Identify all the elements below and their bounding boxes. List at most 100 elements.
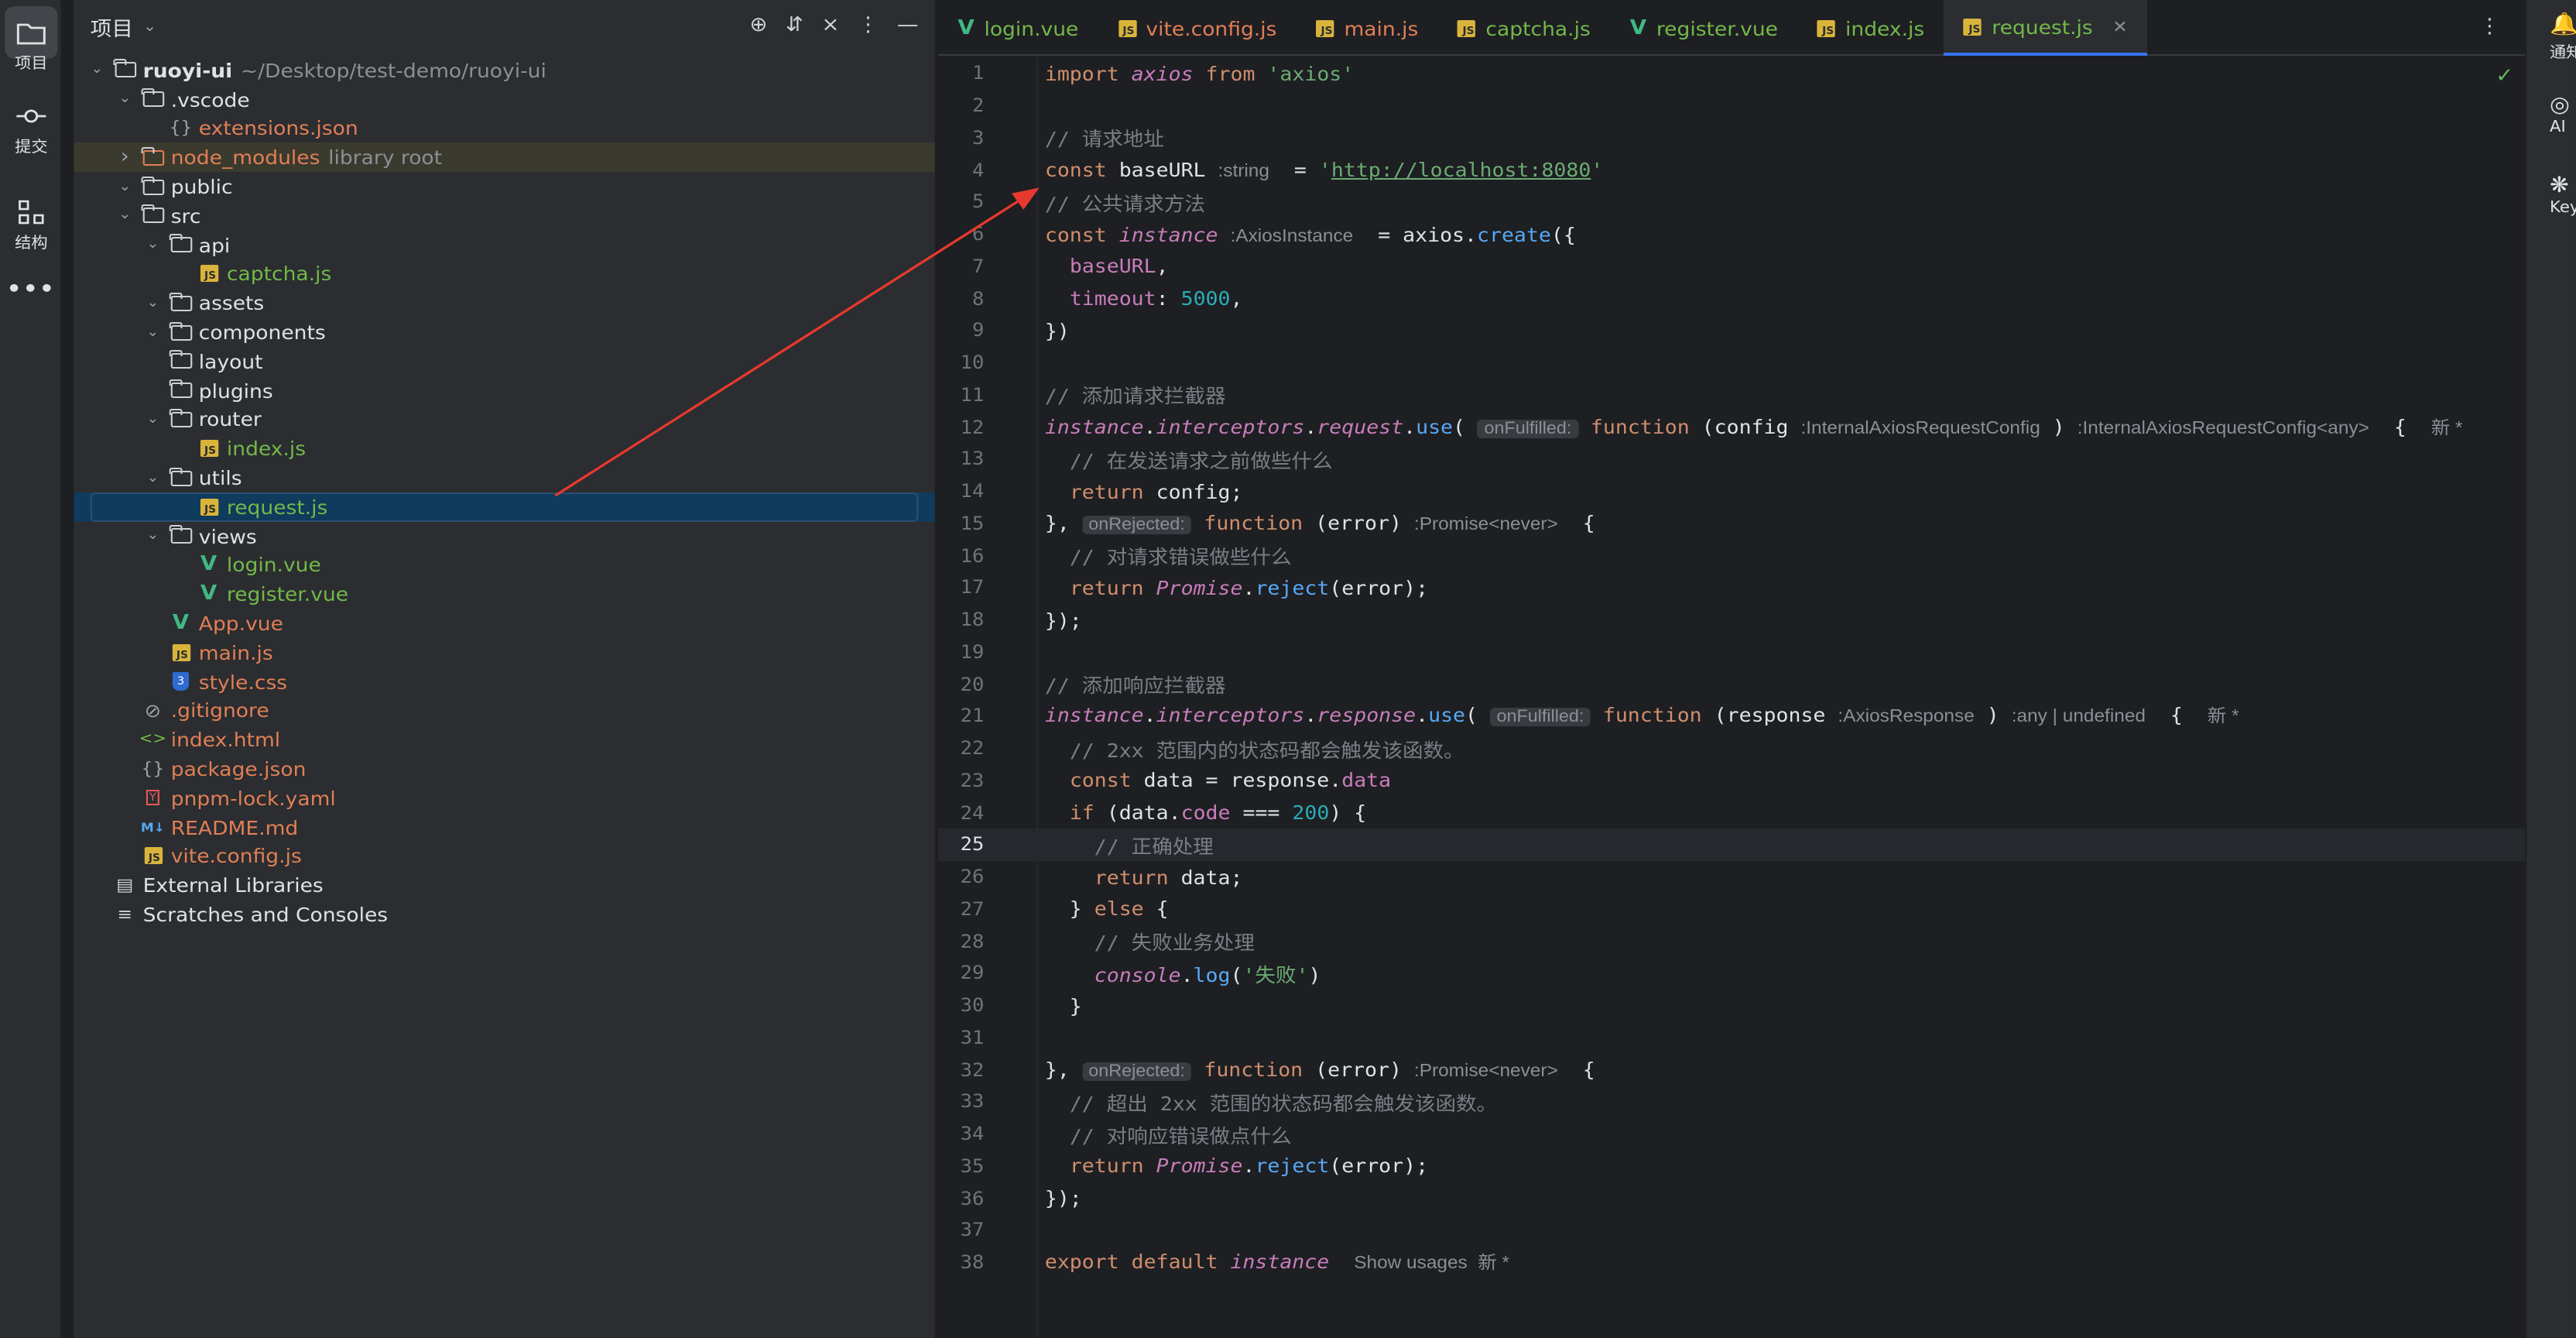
code-line[interactable]: 16 // 对请求错误做些什么 [938, 540, 2525, 572]
editor-tab[interactable]: JS request.js ✕ [1944, 0, 2148, 56]
code-line[interactable]: 37 [938, 1214, 2525, 1247]
code-line[interactable]: 24 if (data.code === 200) { [938, 797, 2525, 829]
code-line[interactable]: 35 return Promise.reject(error); [938, 1150, 2525, 1182]
chevron-down-icon[interactable]: ⌄ [143, 324, 163, 340]
code-line[interactable]: 30 } [938, 990, 2525, 1022]
chevron-down-icon[interactable]: ⌄ [115, 179, 135, 194]
code-line[interactable]: 26 return data; [938, 861, 2525, 894]
editor-tab[interactable]: JS vite.config.js [1098, 0, 1297, 56]
editor-tab[interactable]: Vregister.vue [1610, 0, 1797, 56]
code-line[interactable]: 4 const baseURL :string = 'http://localho… [938, 154, 2525, 187]
tree-item[interactable]: Ypnpm-lock.yaml [74, 784, 935, 813]
tree-item[interactable]: plugins [74, 376, 935, 406]
tree-item[interactable]: ⌄ assets [74, 289, 935, 318]
tree-item[interactable]: JS main.js [74, 638, 935, 667]
tree-item[interactable]: {} extensions.json [74, 114, 935, 143]
key-promoter-button[interactable]: ❋ Key P [2526, 173, 2576, 217]
chevron-down-icon[interactable]: ⌄ [143, 237, 163, 252]
tree-item[interactable]: JS vite.config.js [74, 842, 935, 871]
tree-item[interactable]: ⌄ utils [74, 463, 935, 492]
code-line[interactable]: 28 // 失败业务处理 [938, 925, 2525, 958]
code-area[interactable]: 1 import axios from 'axios' 2 3// 请求地址 4 cons… [937, 57, 2526, 1338]
code-line[interactable]: 23 const data = response.data [938, 764, 2525, 797]
tree-item[interactable]: JS captcha.js [74, 259, 935, 289]
activity-project-button[interactable]: 项目 [0, 6, 63, 73]
chevron-down-icon[interactable]: ⌄ [143, 528, 163, 544]
minimize-icon[interactable]: — [897, 14, 919, 37]
tree-item[interactable]: JS index.js [74, 434, 935, 464]
code-line[interactable]: 31 [938, 1021, 2525, 1054]
tree-item[interactable]: M↓ README.md [74, 812, 935, 842]
tree-item[interactable]: ⌄ src [74, 201, 935, 231]
tree-item[interactable]: ⌄ .vscode [74, 85, 935, 115]
code-line[interactable]: 5 // 公共请求方法 [938, 186, 2525, 218]
code-line[interactable]: 14 return config; [938, 475, 2525, 508]
code-line[interactable]: 19 [938, 636, 2525, 668]
tree-item[interactable]: ≡ Scratches and Consoles [74, 900, 935, 929]
code-line[interactable]: 36}); [938, 1182, 2525, 1215]
tree-item[interactable]: ▤ External Libraries [74, 871, 935, 901]
chevron-down-icon[interactable]: ⌄ [143, 296, 163, 311]
more-button[interactable]: ••• [0, 263, 63, 316]
chevron-right-icon[interactable]: › [115, 146, 135, 170]
code-line[interactable]: 12 instance.interceptors.request.use( onF… [938, 411, 2525, 444]
code-line[interactable]: 7 baseURL, [938, 250, 2525, 283]
tree-item[interactable]: ⌄ ruoyi-ui ~/Desktop/test-demo/ruoyi-ui [74, 56, 935, 85]
ai-button[interactable]: ◎ AI [2526, 93, 2576, 136]
tree-item[interactable]: 3 style.css [74, 667, 935, 696]
tree-item[interactable]: JS request.js [74, 492, 935, 522]
locate-icon[interactable]: ⊕ [749, 14, 767, 37]
code-line[interactable]: 33 // 超出 2xx 范围的状态码都会触发该函数。 [938, 1086, 2525, 1118]
tree-item[interactable]: layout [74, 347, 935, 376]
chevron-down-icon[interactable]: ⌄ [143, 412, 163, 427]
tree-item[interactable]: <> index.html [74, 726, 935, 755]
code-line[interactable]: 3 // 请求地址 [938, 122, 2525, 154]
collapse-all-icon[interactable]: ⨯ [821, 14, 839, 37]
code-line[interactable]: 32}, onRejected: function (error) :Promi… [938, 1054, 2525, 1086]
editor-tab[interactable]: JS captcha.js [1438, 0, 1610, 56]
code-line[interactable]: 8 timeout: 5000, [938, 283, 2525, 315]
code-line[interactable]: 21 instance.interceptors.response.use( on… [938, 700, 2525, 732]
chevron-down-icon[interactable]: ⌄ [143, 470, 163, 485]
editor-tab[interactable]: JS index.js [1797, 0, 1944, 56]
expand-all-icon[interactable]: ⇵ [786, 14, 803, 37]
tree-item[interactable]: ⌄ public [74, 172, 935, 201]
chevron-down-icon[interactable]: ⌄ [87, 63, 106, 78]
code-line[interactable]: 2 [938, 90, 2525, 122]
tabs-more-icon[interactable]: ⋮ [2479, 15, 2501, 39]
code-line[interactable]: 38 export default instance Show usages 新 … [938, 1247, 2525, 1279]
chevron-down-icon[interactable]: ⌄ [115, 91, 135, 107]
code-line[interactable]: 15}, onRejected: function (error) :Promi… [938, 507, 2525, 540]
editor-tab[interactable]: Vlogin.vue [938, 0, 1098, 56]
code-line[interactable]: 25 // 正确处理 [937, 829, 2526, 861]
tree-item[interactable]: ⌄ router [74, 405, 935, 434]
code-line[interactable]: 34 // 对响应错误做点什么 [938, 1118, 2525, 1151]
code-line[interactable]: 11 // 添加请求拦截器 [938, 379, 2525, 411]
code-line[interactable]: 10 [938, 347, 2525, 379]
code-line[interactable]: 27 } else { [938, 893, 2525, 925]
notifications-button[interactable]: 🔔 通知 [2526, 12, 2576, 62]
close-icon[interactable]: ✕ [2112, 16, 2128, 36]
tree-item[interactable]: › node_modules library root [74, 142, 935, 173]
tree-item[interactable]: ⌄ api [74, 231, 935, 260]
tree-item[interactable]: V App.vue [74, 609, 935, 638]
code-line[interactable]: 29 console.log('失败') [938, 957, 2525, 990]
code-line[interactable]: 18}); [938, 604, 2525, 636]
tree-item[interactable]: ⌄ views [74, 522, 935, 551]
code-line[interactable]: 9}) [938, 314, 2525, 347]
code-line[interactable]: 13 // 在发送请求之前做些什么 [938, 443, 2525, 475]
options-icon[interactable]: ⋮ [858, 14, 879, 37]
tree-item[interactable]: ⌄ components [74, 317, 935, 347]
editor-tab[interactable]: JS main.js [1297, 0, 1438, 56]
code-line[interactable]: 6 const instance :AxiosInstance = axios.c… [938, 218, 2525, 251]
code-line[interactable]: 1 import axios from 'axios' [938, 57, 2525, 90]
code-line[interactable]: 22 // 2xx 范围内的状态码都会触发该函数。 [938, 732, 2525, 765]
tree-item[interactable]: {} package.json [74, 754, 935, 784]
tree-item[interactable]: Vregister.vue [74, 580, 935, 609]
activity-commit-button[interactable]: 提交 [0, 90, 63, 156]
tree-item[interactable]: ⊘ .gitignore [74, 696, 935, 726]
chevron-down-icon[interactable]: ⌄ [115, 208, 135, 224]
activity-structure-button[interactable]: 结构 [0, 186, 63, 252]
tree-item[interactable]: Vlogin.vue [74, 551, 935, 580]
code-line[interactable]: 17 return Promise.reject(error); [938, 571, 2525, 604]
